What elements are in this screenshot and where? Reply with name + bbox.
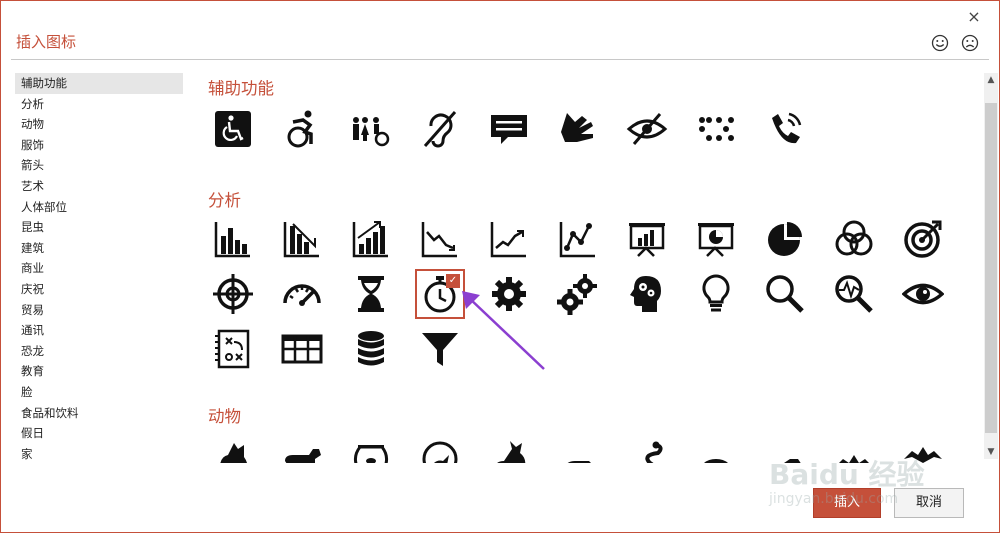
pie-chart-icon[interactable]	[760, 214, 810, 264]
crosshair-icon[interactable]	[208, 269, 258, 319]
gears-icon[interactable]	[553, 269, 603, 319]
sidebar-item-commerce[interactable]: 贸易	[15, 300, 183, 321]
bat-icon[interactable]	[829, 431, 879, 463]
insert-icons-dialog: × 插入图标 辅助功能 分析 动物 服饰 箭头 艺术 人体部位 昆虫 建筑 商业…	[0, 0, 1000, 533]
scroll-up-icon[interactable]: ▲	[984, 73, 998, 87]
section-title-animals: 动物	[208, 407, 241, 426]
annotation-arrow	[462, 291, 545, 370]
speedometer-icon[interactable]	[277, 269, 327, 319]
section-title-accessibility: 辅助功能	[208, 79, 274, 98]
presentation-bar-icon[interactable]	[622, 214, 672, 264]
sidebar-item-insects[interactable]: 昆虫	[15, 217, 183, 238]
sidebar-item-communication[interactable]: 通讯	[15, 320, 183, 341]
smile-face-icon[interactable]	[931, 34, 949, 52]
sidebar-item-buildings[interactable]: 建筑	[15, 238, 183, 259]
sidebar-item-education[interactable]: 教育	[15, 361, 183, 382]
sidebar-item-analytics[interactable]: 分析	[15, 94, 183, 115]
scroll-down-icon[interactable]: ▼	[984, 445, 998, 459]
line-chart-down-icon[interactable]	[415, 214, 465, 264]
phone-volume-icon[interactable]	[760, 104, 810, 154]
sad-face-icon[interactable]	[961, 34, 979, 52]
sidebar-item-dinosaurs[interactable]: 恐龙	[15, 341, 183, 362]
target-icon[interactable]	[898, 214, 948, 264]
category-sidebar: 辅助功能 分析 动物 服饰 箭头 艺术 人体部位 昆虫 建筑 商业 庆祝 贸易 …	[15, 73, 183, 464]
cat-icon[interactable]	[208, 431, 258, 463]
bar-chart-down-icon[interactable]	[277, 214, 327, 264]
sidebar-item-arts[interactable]: 艺术	[15, 176, 183, 197]
head-gears-icon[interactable]	[622, 269, 672, 319]
sidebar-item-body-parts[interactable]: 人体部位	[15, 197, 183, 218]
dialog-title: 插入图标	[16, 33, 77, 51]
active-wheelchair-icon[interactable]	[277, 104, 327, 154]
rabbit-icon[interactable]	[484, 431, 534, 463]
strategy-board-icon[interactable]	[208, 324, 258, 374]
venn-diagram-icon[interactable]	[829, 214, 879, 264]
bar-chart-icon[interactable]	[208, 214, 258, 264]
title-divider	[11, 59, 989, 60]
mouse-icon[interactable]	[553, 431, 603, 463]
sidebar-item-food-drink[interactable]: 食品和饮料	[15, 403, 183, 424]
family-accessible-icon[interactable]	[346, 104, 396, 154]
sidebar-item-faces[interactable]: 脸	[15, 382, 183, 403]
lightbulb-icon[interactable]	[691, 269, 741, 319]
dog-icon[interactable]	[277, 431, 327, 463]
close-button[interactable]: ×	[963, 5, 985, 27]
sidebar-item-accessibility[interactable]: 辅助功能	[15, 73, 183, 94]
cancel-button[interactable]: 取消	[894, 488, 964, 518]
sidebar-item-animals[interactable]: 动物	[15, 114, 183, 135]
sidebar-item-apparel[interactable]: 服饰	[15, 135, 183, 156]
sidebar-item-holidays[interactable]: 假日	[15, 423, 183, 444]
fishbowl-icon[interactable]	[346, 431, 396, 463]
closed-caption-icon[interactable]	[484, 104, 534, 154]
sign-language-icon[interactable]	[553, 104, 603, 154]
vertical-scrollbar[interactable]: ▲ ▼	[984, 73, 998, 459]
section-title-analytics: 分析	[208, 191, 241, 210]
bat-icon[interactable]	[898, 431, 948, 463]
hearing-impaired-icon[interactable]	[415, 104, 465, 154]
sidebar-item-arrows[interactable]: 箭头	[15, 155, 183, 176]
sidebar-item-celebration[interactable]: 庆祝	[15, 279, 183, 300]
bar-chart-up-icon[interactable]	[346, 214, 396, 264]
insert-button[interactable]: 插入	[813, 488, 881, 518]
snake-icon[interactable]	[622, 431, 672, 463]
hourglass-icon[interactable]	[346, 269, 396, 319]
wheelchair-sign-icon[interactable]	[208, 104, 258, 154]
braille-icon[interactable]	[691, 104, 741, 154]
eye-icon[interactable]	[898, 269, 948, 319]
close-icon: ×	[967, 6, 981, 26]
icon-gallery: 辅助功能 分析 ✓ 动物	[196, 67, 966, 463]
magnifier-icon[interactable]	[760, 269, 810, 319]
turtle-icon[interactable]	[691, 431, 741, 463]
sidebar-item-business[interactable]: 商业	[15, 258, 183, 279]
sidebar-item-home[interactable]: 家	[15, 444, 183, 465]
scroll-thumb[interactable]	[985, 103, 997, 433]
rat-icon[interactable]	[760, 431, 810, 463]
visually-impaired-icon[interactable]	[622, 104, 672, 154]
line-chart-up-icon[interactable]	[484, 214, 534, 264]
selected-check-icon: ✓	[446, 274, 460, 288]
database-icon[interactable]	[346, 324, 396, 374]
bird-icon[interactable]	[415, 431, 465, 463]
table-grid-icon[interactable]	[277, 324, 327, 374]
magnifier-chart-icon[interactable]	[829, 269, 879, 319]
presentation-pie-icon[interactable]	[691, 214, 741, 264]
scatter-chart-icon[interactable]	[553, 214, 603, 264]
